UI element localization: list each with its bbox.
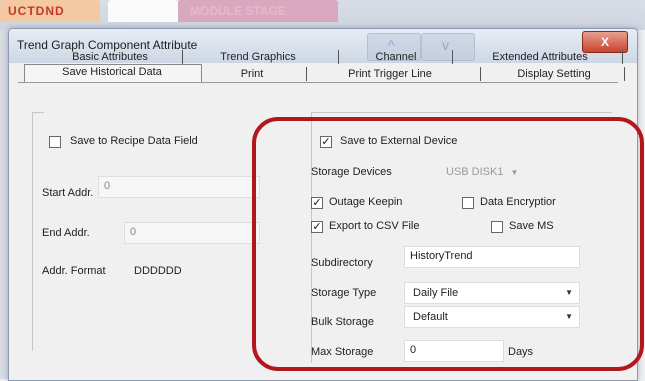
end-addr-value: 0 <box>130 226 137 238</box>
tab-print-trigger-line[interactable]: Print Trigger Line <box>320 66 460 82</box>
end-addr-label: End Addr. <box>42 227 90 239</box>
recipe-group-frame <box>32 112 33 351</box>
tab-separator <box>452 50 453 64</box>
tab-display-setting[interactable]: Display Setting <box>494 66 614 82</box>
tab-trend-graphics[interactable]: Trend Graphics <box>198 49 318 65</box>
tab-extended-attributes[interactable]: Extended Attributes <box>470 49 610 65</box>
background-tab-1-label: UCTDND <box>8 4 65 18</box>
start-addr-field[interactable] <box>98 176 260 198</box>
addr-format-label: Addr. Format <box>42 265 106 277</box>
end-addr-field[interactable] <box>124 222 260 244</box>
save-recipe-label: Save to Recipe Data Field <box>70 135 198 147</box>
tab-divider <box>18 82 618 83</box>
start-addr-label: Start Addr. <box>42 187 94 199</box>
save-recipe-checkbox[interactable] <box>49 136 61 148</box>
highlight-annotation <box>252 117 644 371</box>
recipe-group-frame-top <box>32 112 44 113</box>
tab-save-historical-data[interactable]: Save Historical Data <box>24 64 200 80</box>
background-tab-1: UCTDND <box>0 0 100 22</box>
background-tab-3-label: MODULE STAGE <box>190 4 286 18</box>
tab-separator <box>624 67 625 81</box>
start-addr-value: 0 <box>104 180 111 192</box>
tab-print[interactable]: Print <box>222 66 282 82</box>
tab-separator <box>306 67 307 81</box>
tab-separator <box>338 50 339 64</box>
tab-separator <box>182 50 183 64</box>
tab-separator <box>480 67 481 81</box>
tab-channel[interactable]: Channel <box>356 49 436 65</box>
addr-format-value: DDDDDD <box>134 265 182 277</box>
tab-basic-attributes[interactable]: Basic Attributes <box>50 49 170 65</box>
tab-separator <box>622 50 623 64</box>
background-tab-2 <box>108 0 178 22</box>
background-tab-3: MODULE STAGE <box>178 0 338 22</box>
